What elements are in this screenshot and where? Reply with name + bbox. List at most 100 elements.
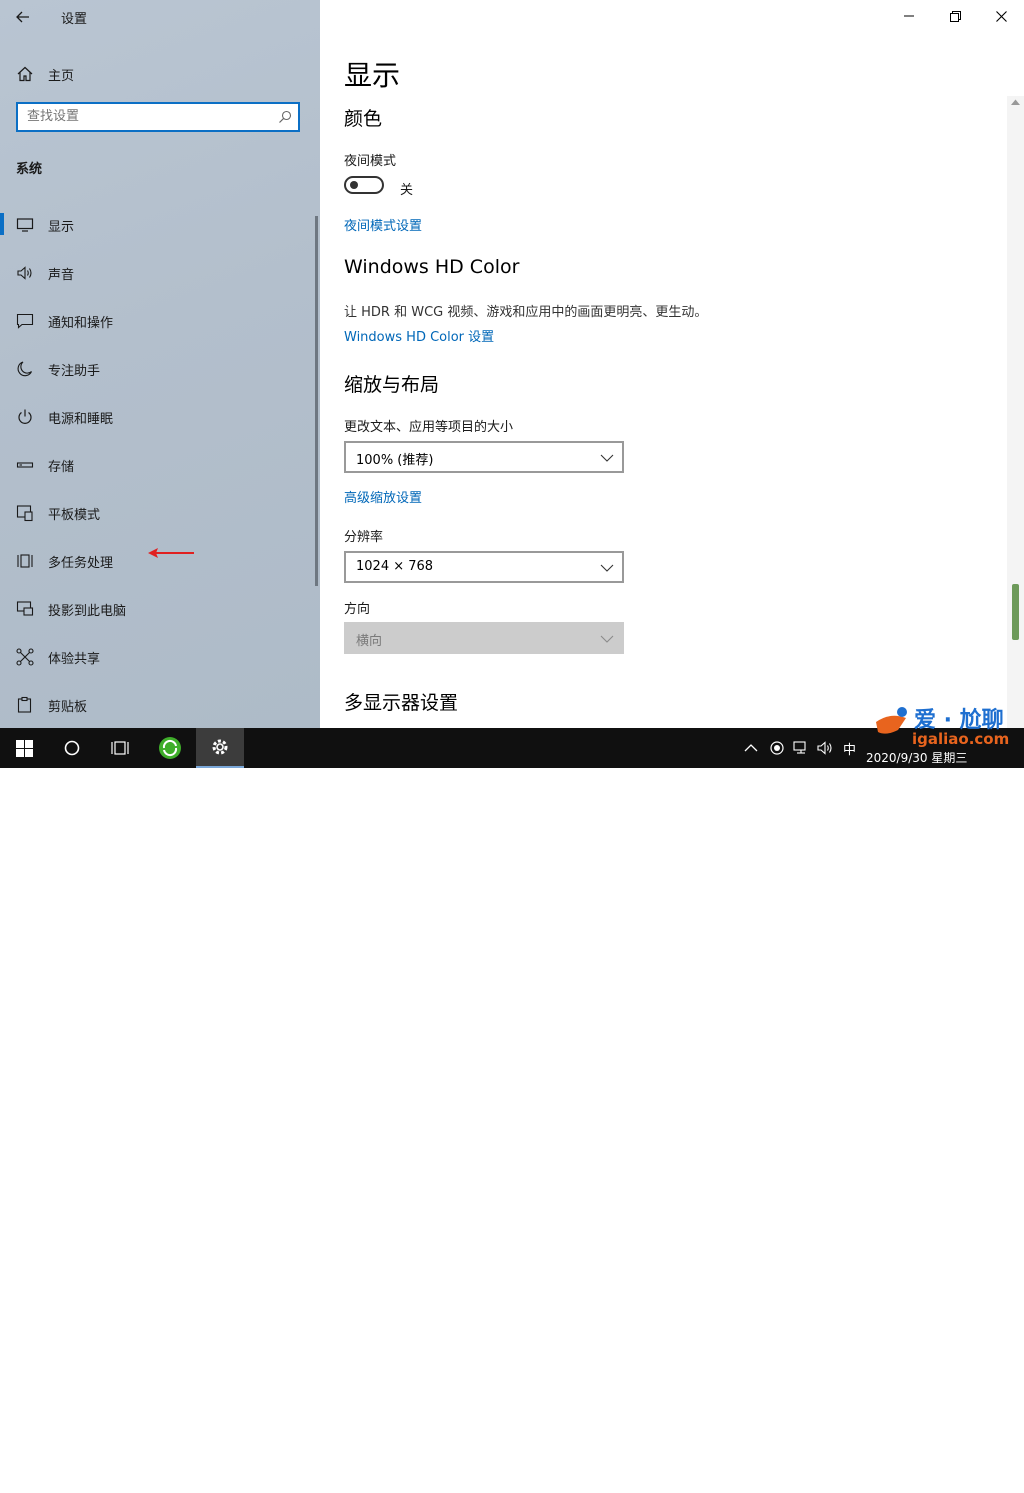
sidebar-nav: 显示 声音 通知和操作 专注助手 电源和睡眠 存储 平板模式 多任务处理 投影到… [0,200,320,728]
page-title: 显示 [344,59,401,92]
sidebar-item-label: 存储 [48,460,75,475]
multitask-icon [17,554,33,568]
resolution-dropdown[interactable]: 1024 × 768 [344,551,624,583]
sidebar-item-label: 显示 [48,220,75,235]
minimize-icon [904,15,914,17]
sidebar-item-clipboard[interactable]: 剪贴板 [0,680,310,728]
sidebar-item-label: 多任务处理 [48,556,114,571]
chevron-down-icon [600,635,614,643]
task-view-button[interactable] [96,728,144,768]
sidebar-item-project[interactable]: 投影到此电脑 [0,584,310,632]
task-view-icon [111,741,129,755]
text-size-dropdown[interactable]: 100% (推荐) [344,441,624,473]
power-icon [18,409,32,424]
sidebar-item-power[interactable]: 电源和睡眠 [0,392,310,440]
cortana-circle-icon [64,740,80,756]
taskbar-app-browser[interactable] [146,728,194,768]
sidebar-item-tablet-mode[interactable]: 平板模式 [0,488,310,536]
chevron-up-icon[interactable] [744,743,758,753]
night-light-toggle[interactable] [344,176,384,194]
network-icon[interactable] [793,741,809,755]
section-heading-scale: 缩放与布局 [344,374,440,396]
close-icon [995,10,1007,22]
night-light-label: 夜间模式 [344,154,397,169]
storage-icon [16,462,34,468]
sidebar-item-shared-experiences[interactable]: 体验共享 [0,632,310,680]
notification-center-button[interactable]: 1 [990,1474,1008,1492]
browser-app-icon [159,737,181,759]
sidebar-item-sound[interactable]: 声音 [0,248,310,296]
volume-icon[interactable] [817,741,833,755]
toggle-knob [350,181,358,189]
monitor-icon [16,218,34,232]
search-field[interactable] [16,102,300,132]
sidebar-item-home[interactable]: 主页 [0,56,320,90]
sidebar-item-display[interactable]: 显示 [0,200,310,248]
sidebar-item-storage[interactable]: 存储 [0,440,310,488]
sidebar-item-label: 投影到此电脑 [48,604,127,619]
search-icon[interactable] [278,110,292,124]
night-light-settings-link[interactable]: 夜间模式设置 [344,215,422,234]
sidebar-item-label: 平板模式 [48,508,101,523]
moon-icon [17,361,33,377]
main-content: 显示 颜色 夜间模式 关 夜间模式设置 Windows HD Color 让 H… [320,0,1024,728]
taskbar-app-settings[interactable] [196,728,244,768]
taskbar-clock[interactable]: 2020/9/30 星期三 [866,749,967,766]
advanced-scaling-link[interactable]: 高级缩放设置 [344,487,422,506]
close-button[interactable] [978,0,1024,32]
sidebar-item-focus-assist[interactable]: 专注助手 [0,344,310,392]
restore-button[interactable] [932,0,978,32]
sidebar-item-label: 体验共享 [48,652,101,667]
scroll-up-icon[interactable] [1010,98,1021,106]
scrollbar-thumb[interactable] [1012,584,1019,640]
search-taskbar-button[interactable] [48,728,96,768]
dropdown-value: 100% (推荐) [356,453,434,468]
record-icon[interactable] [770,741,784,755]
minimize-button[interactable] [886,0,932,32]
chevron-down-icon [600,454,614,462]
tablet-icon [16,505,33,522]
hdr-settings-link[interactable]: Windows HD Color 设置 [344,326,494,345]
section-heading-hdr: Windows HD Color [344,256,520,278]
share-icon [16,648,34,666]
sidebar-item-multitasking[interactable]: 多任务处理 [0,536,310,584]
clipboard-icon [17,696,32,713]
gear-icon [212,739,228,755]
red-arrow-annotation [148,548,194,558]
orientation-dropdown[interactable]: 横向 [344,622,624,654]
text-size-label: 更改文本、应用等项目的大小 [344,420,514,435]
windows-logo-icon [15,739,33,757]
dropdown-value: 1024 × 768 [356,559,434,574]
chevron-down-icon [600,564,614,572]
orientation-label: 方向 [344,602,371,617]
resolution-label: 分辨率 [344,530,384,545]
sidebar-titlebar: 设置 [0,0,320,34]
start-button[interactable] [0,728,48,768]
app-title: 设置 [61,12,88,27]
sidebar-item-label: 声音 [48,268,75,283]
window-controls [886,0,1024,32]
sidebar-item-label: 通知和操作 [48,316,114,331]
sidebar-item-label: 电源和睡眠 [48,412,114,427]
section-label: 系统 [16,162,43,177]
restore-icon [949,10,961,22]
dropdown-value: 横向 [356,634,383,649]
home-label: 主页 [48,69,75,84]
main-scrollbar[interactable] [1007,96,1024,728]
section-heading-multi-display: 多显示器设置 [344,692,459,714]
message-icon [16,313,34,329]
home-icon [17,66,33,82]
sidebar-item-label: 专注助手 [48,364,101,379]
back-button[interactable] [8,4,38,30]
speaker-icon [17,266,32,280]
back-arrow-icon [16,11,29,23]
sidebar-item-notifications[interactable]: 通知和操作 [0,296,310,344]
ime-indicator[interactable]: 中 [843,739,856,758]
section-heading-color: 颜色 [344,108,383,130]
sidebar-item-label: 剪贴板 [48,700,88,715]
hdr-description: 让 HDR 和 WCG 视频、游戏和应用中的画面更明亮、更生动。 [344,305,708,320]
sidebar-scrollbar[interactable] [315,216,318,586]
project-icon [16,601,34,616]
search-input[interactable] [27,109,267,124]
system-tray: 中 [744,728,856,768]
